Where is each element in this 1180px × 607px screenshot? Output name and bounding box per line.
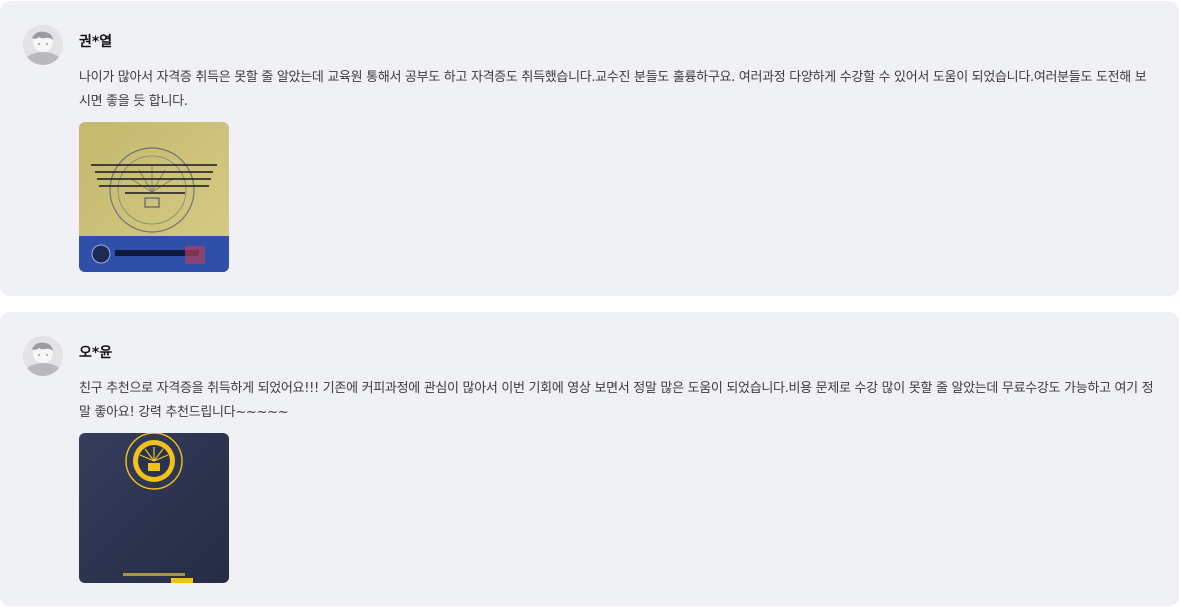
- user-avatar-icon: [23, 336, 63, 376]
- review-card: 오*윤 친구 추천으로 자격증을 취득하게 되었어요!!! 기존에 커피과정에 …: [0, 312, 1179, 606]
- user-avatar-icon: [23, 25, 63, 65]
- review-card: 권*열 나이가 많아서 자격증 취득은 못할 줄 알았는데 교육원 통해서 공부…: [0, 1, 1179, 296]
- certificate-photo-yellow: [79, 122, 229, 272]
- reviewer-name: 오*윤: [79, 345, 113, 361]
- reviewer-name: 권*열: [79, 34, 113, 50]
- review-text: 친구 추천으로 자격증을 취득하게 되었어요!!! 기존에 커피과정에 관심이 …: [79, 381, 1154, 420]
- review-photo[interactable]: [79, 122, 229, 272]
- review-text: 나이가 많아서 자격증 취득은 못할 줄 알았는데 교육원 통해서 공부도 하고…: [79, 70, 1147, 109]
- review-photo[interactable]: [79, 433, 229, 583]
- certificate-cover-navy: [79, 433, 229, 583]
